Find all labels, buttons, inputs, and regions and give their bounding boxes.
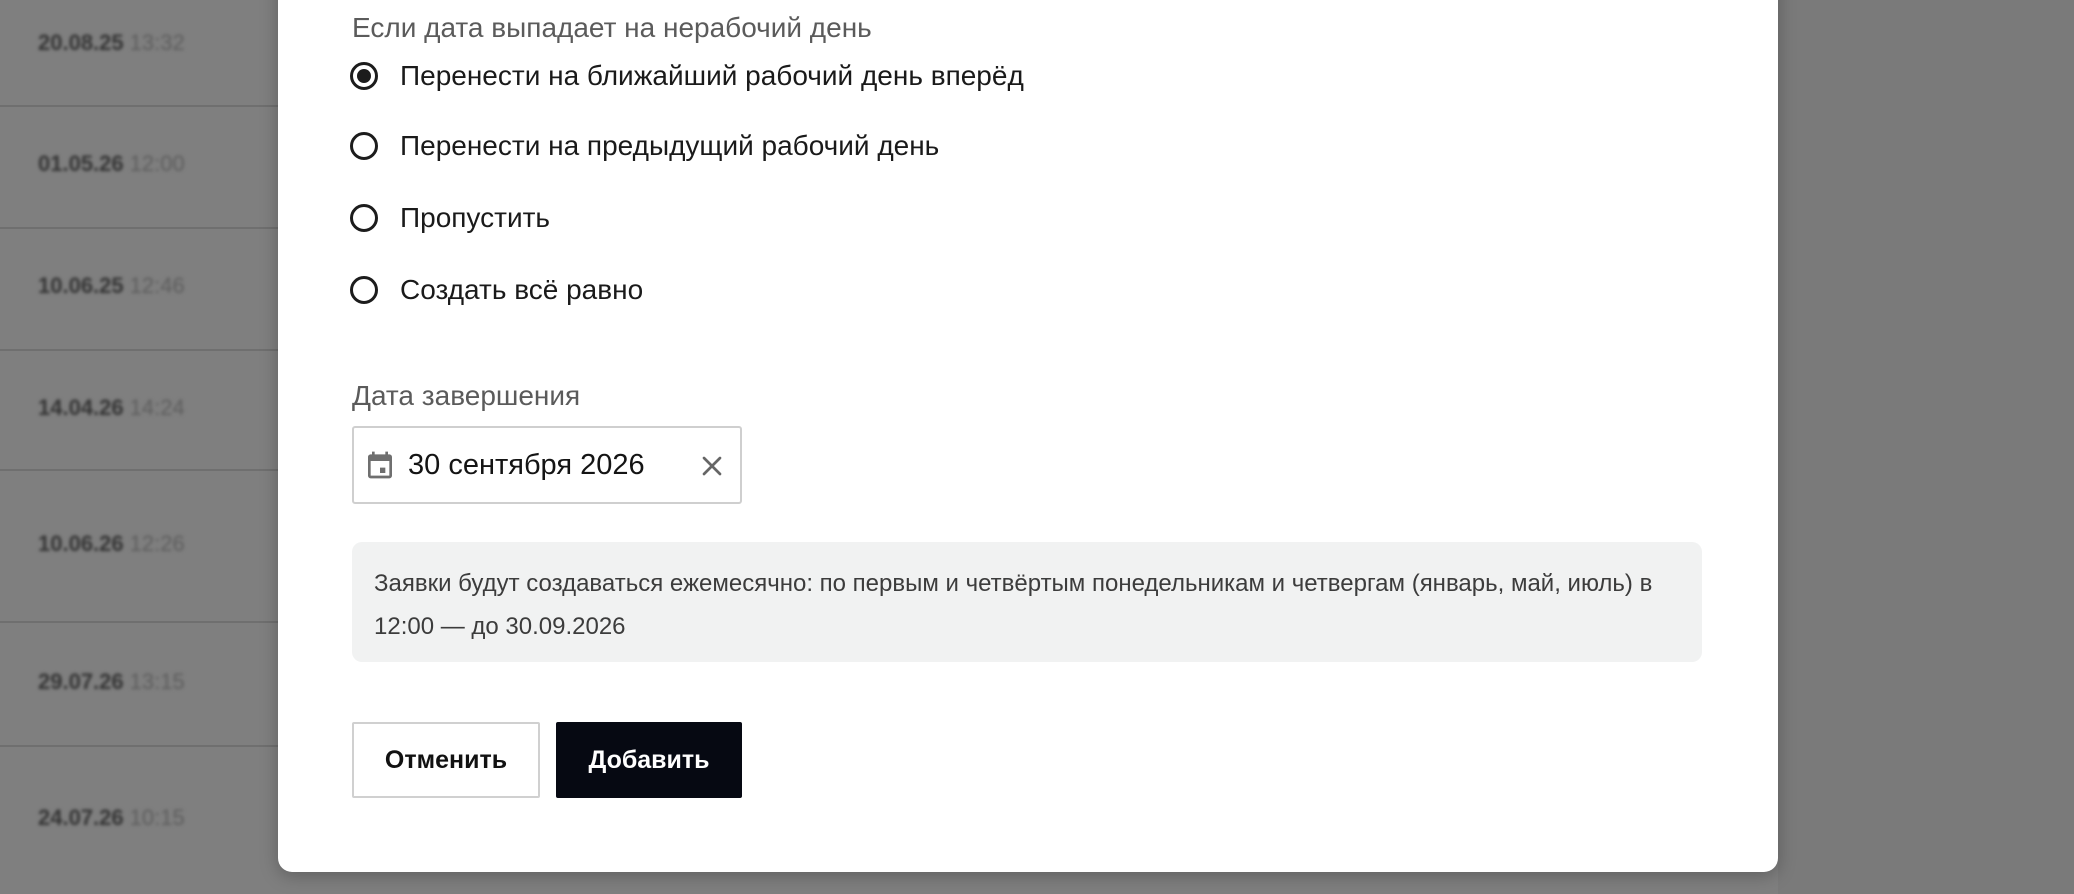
option-skip[interactable]: Пропустить [350,198,550,238]
option-label: Пропустить [400,202,550,233]
date-text: 24.07.26 [38,805,124,830]
date-text: 14.04.26 [38,395,124,420]
list-item-date: 10.06.25 12:46 [38,273,185,299]
recurrence-summary: Заявки будут создаваться ежемесячно: по … [352,542,1702,662]
option-move-forward[interactable]: Перенести на ближайший рабочий день впер… [350,56,1024,96]
option-label: Перенести на ближайший рабочий день впер… [400,60,1024,91]
end-date-value: 30 сентября 2026 [408,448,645,481]
list-item-date: 01.05.26 12:00 [38,151,185,177]
date-text: 01.05.26 [38,151,124,176]
time-text: 12:46 [129,273,185,298]
radio-unchecked-icon[interactable] [350,276,378,304]
recurrence-modal: Если дата выпадает на нерабочий день Пер… [278,0,1778,872]
time-text: 12:00 [129,151,185,176]
option-move-back[interactable]: Перенести на предыдущий рабочий день [350,126,939,166]
option-create-anyway[interactable]: Создать всё равно [350,270,643,310]
non-working-day-label: Если дата выпадает на нерабочий день [352,12,872,43]
close-icon[interactable] [696,450,728,482]
option-label: Перенести на предыдущий рабочий день [400,130,940,161]
list-item-date: 24.07.26 10:15 [38,805,185,831]
time-text: 13:15 [129,669,185,694]
date-text: 10.06.26 [38,531,124,556]
time-text: 10:15 [129,805,185,830]
radio-checked-icon[interactable] [350,62,378,90]
radio-unchecked-icon[interactable] [350,204,378,232]
date-text: 10.06.25 [38,273,124,298]
radio-unchecked-icon[interactable] [350,132,378,160]
date-text: 29.07.26 [38,669,124,694]
option-label: Создать всё равно [400,274,644,305]
background-side-panel [1778,0,2074,894]
calendar-icon [368,451,392,479]
list-item-date: 14.04.26 14:24 [38,395,185,421]
list-item-date: 29.07.26 13:15 [38,669,185,695]
time-text: 12:26 [129,531,185,556]
end-date-field[interactable]: 30 сентября 2026 [352,426,742,504]
end-date-label: Дата завершения [352,380,581,411]
add-button[interactable]: Добавить [556,722,742,798]
list-item-date: 10.06.26 12:26 [38,531,185,557]
time-text: 13:32 [129,30,185,55]
date-text: 20.08.25 [38,30,124,55]
time-text: 14:24 [129,395,185,420]
cancel-button[interactable]: Отменить [352,722,540,798]
list-item-date: 20.08.25 13:32 [38,30,185,56]
